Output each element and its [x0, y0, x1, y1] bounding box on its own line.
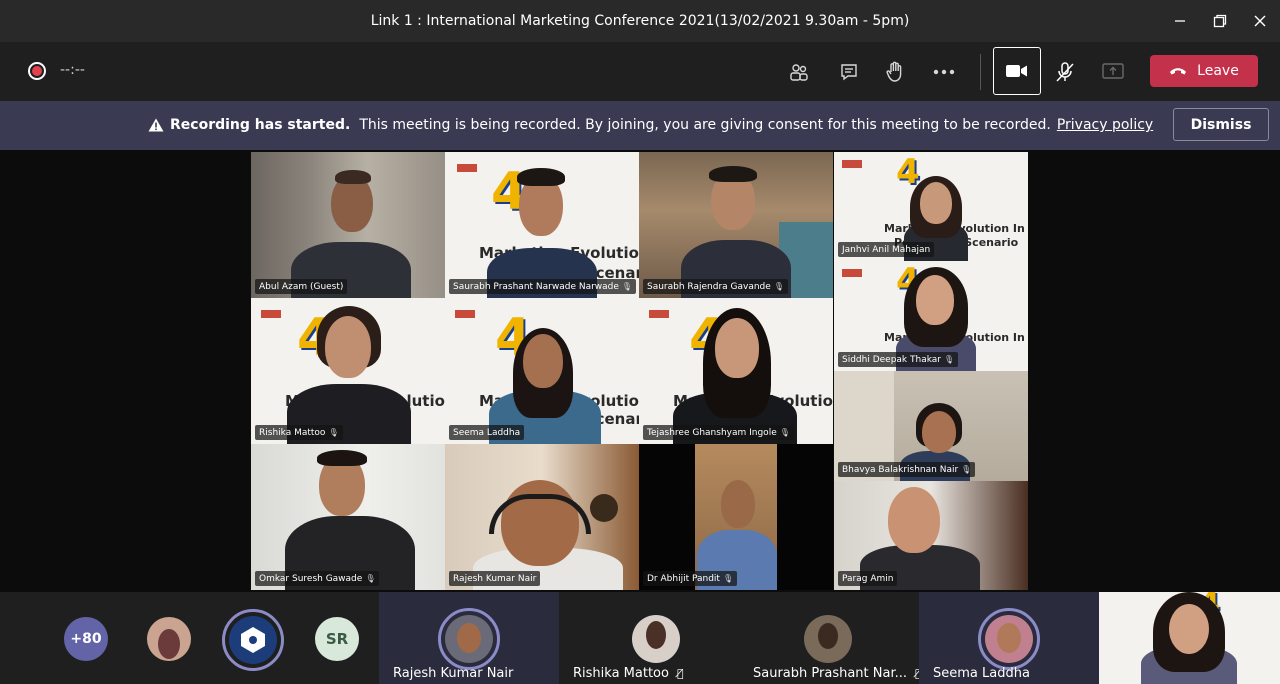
participant-name-tag: Rajesh Kumar Nair: [449, 571, 541, 586]
avatar[interactable]: [222, 609, 284, 671]
recording-banner: Recording has started. This meeting is b…: [0, 101, 1280, 150]
raise-hand-icon[interactable]: [877, 54, 913, 90]
banner-strong: Recording has started.: [170, 117, 351, 133]
mic-icon: 🎙: [328, 428, 339, 437]
participant-name-tag: Rishika Mattoo 🎙: [255, 425, 343, 440]
video-tile[interactable]: 4 Marketing Evolution In Post-Covid Scen…: [445, 152, 639, 298]
privacy-policy-link[interactable]: Privacy policy: [1057, 117, 1153, 133]
roster-cell[interactable]: Rajesh Kumar Nair: [379, 592, 559, 684]
participant-name-tag: Seema Laddha: [449, 425, 525, 440]
video-tile[interactable]: Dr Abhijit Pandit 🎙: [639, 444, 833, 590]
mic-icon: 🎙: [365, 574, 376, 583]
video-tile[interactable]: Saurabh Rajendra Gavande 🎙: [639, 152, 833, 298]
mic-icon: 🎙: [944, 355, 955, 364]
video-tile[interactable]: 4 Marketing Evolution In Rishika Mattoo🎙: [251, 298, 445, 444]
mic-icon: 🎙: [961, 465, 972, 474]
video-tile[interactable]: 4 Marketing Evolution In Post-Covid Scen…: [445, 298, 639, 444]
chat-icon[interactable]: [831, 54, 867, 90]
share-icon[interactable]: [1095, 54, 1131, 90]
video-tile[interactable]: Abul Azam (Guest): [251, 152, 445, 298]
banner-message: This meeting is being recorded. By joini…: [359, 117, 1051, 133]
video-tile[interactable]: Bhavya Balakrishnan Nair 🎙: [834, 371, 1028, 481]
self-video-preview[interactable]: 4: [1099, 592, 1280, 684]
participant-name-tag: Dr Abhijit Pandit 🎙: [643, 571, 738, 586]
mic-icon: 🎙: [722, 574, 734, 583]
mic-off-icon: 🎙̸: [676, 667, 684, 680]
video-tile[interactable]: Rajesh Kumar Nair: [445, 444, 639, 590]
mic-icon: 🎙: [621, 282, 633, 291]
leave-button[interactable]: Leave: [1150, 55, 1258, 87]
participant-name-tag: Siddhi Deepak Thakar 🎙: [838, 352, 959, 367]
more-participants-badge[interactable]: +80: [64, 617, 108, 661]
dismiss-button[interactable]: Dismiss: [1173, 108, 1269, 141]
roster-cell[interactable]: Seema Laddha: [919, 592, 1099, 684]
participant-name-tag: Tejashree Ghanshyam Ingole 🎙: [643, 425, 794, 440]
toolbar-divider: [980, 54, 981, 90]
avatar[interactable]: [147, 617, 191, 661]
close-icon[interactable]: [1240, 0, 1280, 42]
participants-icon[interactable]: [781, 54, 817, 90]
minimize-icon[interactable]: [1160, 0, 1200, 42]
participant-name-tag: Abul Azam (Guest): [255, 279, 348, 294]
camera-icon[interactable]: [993, 47, 1041, 95]
roster-cell[interactable]: Rishika Mattoo 🎙̸: [559, 592, 739, 684]
meeting-toolbar: --:-- Leave: [0, 42, 1280, 101]
window-title: Link 1 : International Marketing Confere…: [370, 13, 910, 29]
participant-name-tag: Bhavya Balakrishnan Nair 🎙: [838, 462, 976, 477]
restore-icon[interactable]: [1200, 0, 1240, 42]
video-tile[interactable]: 4 Marketing Evolution In Tejashree Ghans…: [639, 298, 833, 444]
hang-up-icon: [1170, 68, 1187, 75]
roster-cell[interactable]: Saurabh Prashant Nar...🎙̸: [739, 592, 922, 684]
participant-name-tag: Janhvi Anil Mahajan: [838, 242, 935, 257]
meeting-timer: --:--: [60, 62, 85, 78]
more-icon[interactable]: [926, 54, 962, 90]
warning-icon: [148, 118, 164, 132]
participant-name-tag: Saurabh Prashant Narwade Narwade 🎙: [449, 279, 637, 294]
mic-off-icon[interactable]: [1047, 54, 1083, 90]
mic-icon: 🎙: [779, 428, 790, 437]
video-stage: Abul Azam (Guest) 4 Marketing Evolution …: [0, 150, 1280, 592]
video-tile[interactable]: Parag Amin: [834, 481, 1028, 590]
participant-roster: +80 SR Rajesh Kumar Nair Rishika Mattoo 🎙…: [0, 592, 1280, 684]
hexagon-logo-icon: [241, 627, 265, 653]
leave-label: Leave: [1197, 63, 1239, 79]
video-tile[interactable]: 4 Marketing Evolution In Siddhi Deepak T…: [834, 261, 1028, 371]
participant-name-tag: Omkar Suresh Gawade 🎙: [255, 571, 380, 586]
participant-name-tag: Parag Amin: [838, 571, 898, 586]
title-bar: Link 1 : International Marketing Confere…: [0, 0, 1280, 42]
recording-icon: [28, 62, 46, 80]
participant-name-tag: Saurabh Rajendra Gavande 🎙: [643, 279, 788, 294]
video-tile[interactable]: Omkar Suresh Gawade 🎙: [251, 444, 445, 590]
video-tile[interactable]: 4 Marketing Evolution In Post-Covid Scen…: [834, 152, 1028, 261]
avatar-initials[interactable]: SR: [315, 617, 359, 661]
mic-icon: 🎙: [773, 282, 784, 291]
